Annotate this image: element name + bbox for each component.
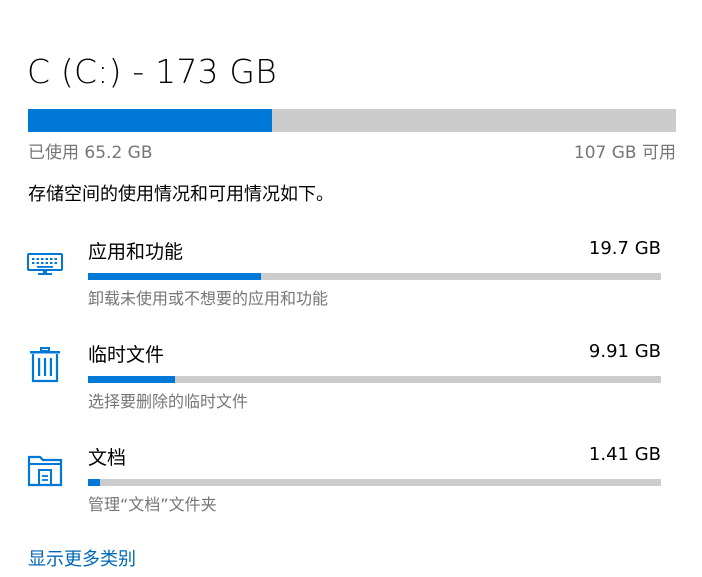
keyboard-icon <box>26 244 64 282</box>
category-size: 9.91 GB <box>588 341 661 362</box>
category-size: 1.41 GB <box>588 444 661 465</box>
drive-usage-bar <box>28 109 676 132</box>
category-apps-features[interactable]: 应用和功能 19.7 GB 卸载未使用或不想要的应用和功能 <box>0 237 702 327</box>
usage-summary-text: 存储空间的使用情况和可用情况如下。 <box>28 184 334 205</box>
category-usage-bar <box>88 273 661 280</box>
show-more-categories-link[interactable]: 显示更多类别 <box>28 545 136 571</box>
category-usage-bar <box>88 376 661 383</box>
category-description: 卸载未使用或不想要的应用和功能 <box>88 289 329 308</box>
category-usage-bar <box>88 479 661 486</box>
category-name: 文档 <box>88 447 127 469</box>
used-space-label: 已使用 65.2 GB <box>28 143 153 163</box>
trash-icon <box>26 346 64 384</box>
category-description: 选择要删除的临时文件 <box>88 392 249 411</box>
category-size: 19.7 GB <box>588 238 661 259</box>
folder-icon <box>26 451 64 489</box>
category-name: 临时文件 <box>88 344 165 366</box>
drive-usage-bar-fill <box>28 109 273 132</box>
category-usage-bar-fill <box>88 273 262 280</box>
drive-title: C (C:) - 173 GB <box>27 52 277 91</box>
category-usage-bar-fill <box>88 376 176 383</box>
category-name: 应用和功能 <box>88 241 184 263</box>
free-space-label: 107 GB 可用 <box>573 143 676 163</box>
category-documents[interactable]: 文档 1.41 GB 管理“文档”文件夹 <box>0 443 702 533</box>
category-description: 管理“文档”文件夹 <box>88 495 217 514</box>
category-temporary-files[interactable]: 临时文件 9.91 GB 选择要删除的临时文件 <box>0 340 702 430</box>
category-usage-bar-fill <box>88 479 101 486</box>
